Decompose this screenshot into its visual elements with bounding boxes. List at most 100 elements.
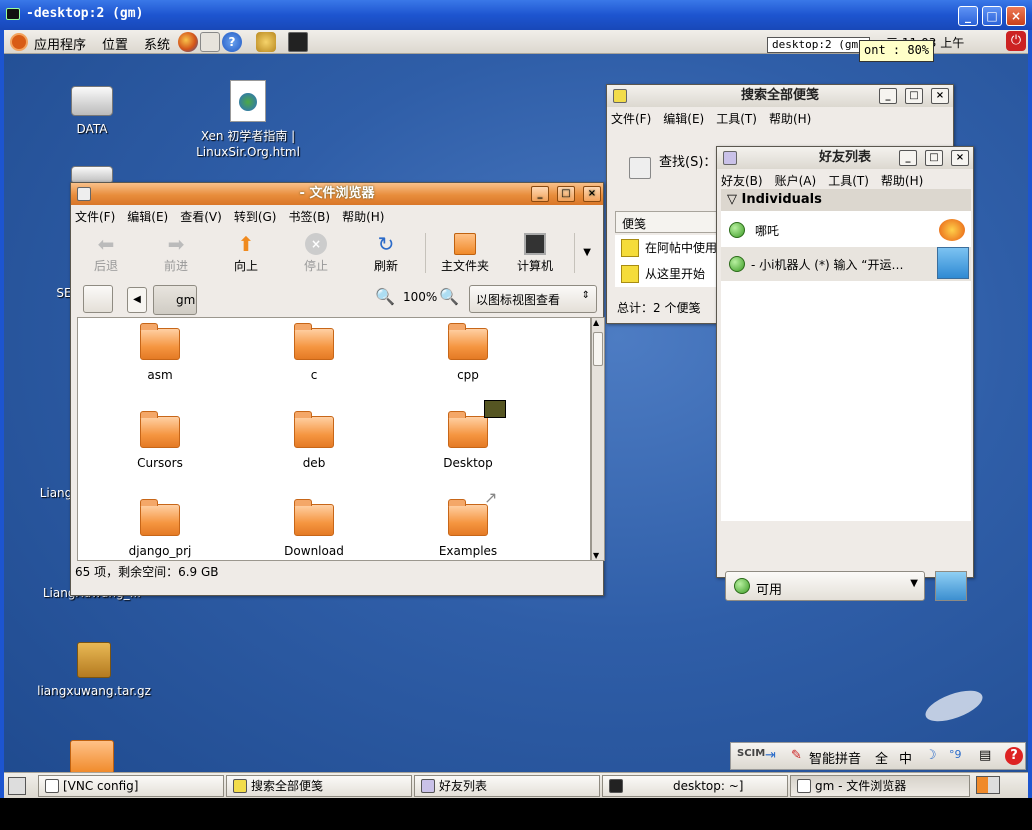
computer-button[interactable]: 计算机 — [500, 227, 570, 279]
back-button[interactable]: ⬅ 后退 — [71, 227, 141, 279]
ubuntu-logo-icon[interactable] — [10, 33, 28, 51]
home-button[interactable]: 主文件夹 — [430, 227, 500, 279]
maximize-button[interactable]: □ — [925, 150, 943, 166]
menu-accounts[interactable]: 账户(A) — [775, 172, 817, 189]
taskbar-file-browser[interactable]: gm - 文件浏览器 — [790, 775, 970, 797]
vnc-titlebar[interactable]: -desktop:2 (gm) _ □ × — [0, 0, 1032, 30]
file-item[interactable]: cpp — [408, 323, 528, 382]
ime-language[interactable]: 中 — [899, 748, 912, 767]
file-item[interactable]: Download — [254, 499, 374, 558]
taskbar-notes-search[interactable]: 搜索全部便笺 — [226, 775, 412, 797]
stop-button[interactable]: × 停止 — [281, 227, 351, 279]
places-menu[interactable]: 位置 — [102, 34, 128, 53]
menu-view[interactable]: 查看(V) — [180, 208, 222, 225]
close-button[interactable]: × — [583, 186, 601, 202]
buddy-row[interactable]: - 小i机器人 (*) 输入 “开运… — [721, 247, 971, 281]
taskbar-buddy-list[interactable]: 好友列表 — [414, 775, 600, 797]
desktop-icon-liang[interactable]: Liang — [38, 486, 74, 500]
mail-icon[interactable] — [200, 32, 220, 52]
ime-punctuation[interactable]: °9 — [949, 748, 962, 761]
minimize-button[interactable]: _ — [899, 150, 917, 166]
remote-desktop[interactable]: 应用程序 位置 系统 ? desktop:2 (gm) …三 11:03 上午 … — [4, 30, 1028, 798]
buddy-group-header[interactable]: ▽ Individuals — [721, 189, 971, 211]
close-button[interactable]: × — [931, 88, 949, 104]
vnc-close-button[interactable]: × — [1006, 6, 1026, 26]
zoom-out-icon[interactable]: 🔍 — [375, 287, 395, 306]
desktop-icon-tarball[interactable]: liangxuwang.tar.gz — [34, 642, 154, 698]
ime-mode-label[interactable]: 智能拼音 — [809, 748, 861, 767]
system-menu[interactable]: 系统 — [144, 34, 170, 53]
zoom-in-icon[interactable]: 🔍 — [439, 287, 459, 306]
reload-button[interactable]: ↻ 刷新 — [351, 227, 421, 279]
note-item[interactable]: 从这里开始 — [615, 261, 725, 287]
file-item[interactable]: Cursors — [100, 411, 220, 470]
status-selector[interactable]: 可用 ▼ — [725, 571, 925, 601]
panel-task-desktop[interactable]: desktop:2 (gm) — [767, 37, 870, 53]
file-item[interactable]: deb — [254, 411, 374, 470]
menu-bookmarks[interactable]: 书签(B) — [288, 208, 330, 225]
menu-buddies[interactable]: 好友(B) — [721, 172, 763, 189]
file-browser-titlebar[interactable]: - 文件浏览器 _ □ × — [71, 183, 603, 205]
file-item[interactable]: Examples — [408, 499, 528, 558]
forward-button[interactable]: ➡ 前进 — [141, 227, 211, 279]
vnc-minimize-button[interactable]: _ — [958, 6, 978, 26]
help-icon[interactable]: ? — [222, 32, 242, 52]
menu-tools[interactable]: 工具(T) — [828, 172, 869, 189]
edit-location-button[interactable] — [83, 285, 113, 313]
path-left-button[interactable]: ◀ — [127, 287, 147, 313]
show-desktop-icon[interactable] — [8, 777, 26, 795]
notes-search-titlebar[interactable]: 搜索全部便笺 _ □ × — [607, 85, 953, 107]
terminal-icon[interactable] — [288, 32, 308, 52]
file-icon-view[interactable]: asm c cpp Cursors deb Desktop django_prj… — [77, 317, 591, 561]
buddy-list-titlebar[interactable]: 好友列表 _ □ × — [717, 147, 973, 169]
menu-tools[interactable]: 工具(T) — [716, 110, 757, 127]
maximize-button[interactable]: □ — [905, 88, 923, 104]
vnc-maximize-button[interactable]: □ — [982, 6, 1002, 26]
menu-help[interactable]: 帮助(H) — [342, 208, 384, 225]
menu-file[interactable]: 文件(F) — [75, 208, 115, 225]
shutdown-icon[interactable]: ⏻ — [1006, 31, 1026, 51]
desktop-icon-data[interactable]: DATA — [62, 86, 122, 136]
scroll-up-icon[interactable]: ▲ — [593, 318, 599, 327]
taskbar-vnc-config[interactable]: [VNC config] — [38, 775, 224, 797]
close-button[interactable]: × — [951, 150, 969, 166]
scroll-down-icon[interactable]: ▼ — [593, 551, 599, 560]
file-item[interactable]: asm — [100, 323, 220, 382]
ime-fullwidth[interactable]: 全 — [875, 748, 888, 767]
workspace-switcher[interactable] — [976, 776, 1000, 794]
ime-switch-icon[interactable]: ⇥ — [765, 748, 776, 763]
toolbar-overflow-icon[interactable]: ▼ — [583, 247, 591, 258]
ime-menu-icon[interactable]: ▤ — [979, 748, 991, 763]
buddy-row[interactable]: 哪吒 — [721, 213, 971, 247]
menu-go[interactable]: 转到(G) — [234, 208, 277, 225]
buddy-list-window[interactable]: 好友列表 _ □ × 好友(B) 账户(A) 工具(T) 帮助(H) ▽ Ind… — [716, 146, 974, 601]
file-item[interactable]: Desktop — [408, 411, 528, 470]
minimize-button[interactable]: _ — [531, 186, 549, 202]
note-item[interactable]: 在阿帖中使用 — [615, 235, 725, 261]
applications-menu[interactable]: 应用程序 — [34, 34, 86, 53]
maximize-button[interactable]: □ — [557, 186, 575, 202]
firefox-icon[interactable] — [178, 32, 198, 52]
menu-file[interactable]: 文件(F) — [611, 110, 651, 127]
settings-icon[interactable] — [256, 32, 276, 52]
menu-edit[interactable]: 编辑(E) — [663, 110, 704, 127]
notes-column-header[interactable]: 便笺 — [615, 211, 725, 233]
taskbar-terminal[interactable]: desktop: ~] — [602, 775, 788, 797]
up-button[interactable]: ⬆ 向上 — [211, 227, 281, 279]
menu-help[interactable]: 帮助(H) — [769, 110, 811, 127]
file-browser-window[interactable]: - 文件浏览器 _ □ × 文件(F) 编辑(E) 查看(V) 转到(G) 书签… — [70, 182, 605, 596]
file-item[interactable]: c — [254, 323, 374, 382]
vertical-scrollbar[interactable]: ▲ ▼ — [591, 317, 605, 561]
view-mode-select[interactable]: 以图标视图查看 ⇕ — [469, 285, 597, 313]
scrollbar-thumb[interactable] — [593, 332, 603, 366]
desktop-icon-xen-guide[interactable]: Xen 初学者指南 | LinuxSir.Org.html — [192, 80, 304, 160]
ime-halfmoon-icon[interactable]: ☽ — [925, 748, 937, 763]
account-avatar-button[interactable] — [935, 571, 967, 601]
path-button-gm[interactable]: gm — [153, 285, 197, 315]
scim-logo[interactable]: SCIM — [737, 748, 765, 759]
menu-edit[interactable]: 编辑(E) — [127, 208, 168, 225]
file-item[interactable]: django_prj — [100, 499, 220, 558]
menu-help[interactable]: 帮助(H) — [881, 172, 923, 189]
minimize-button[interactable]: _ — [879, 88, 897, 104]
ime-help-icon[interactable]: ? — [1005, 747, 1023, 765]
